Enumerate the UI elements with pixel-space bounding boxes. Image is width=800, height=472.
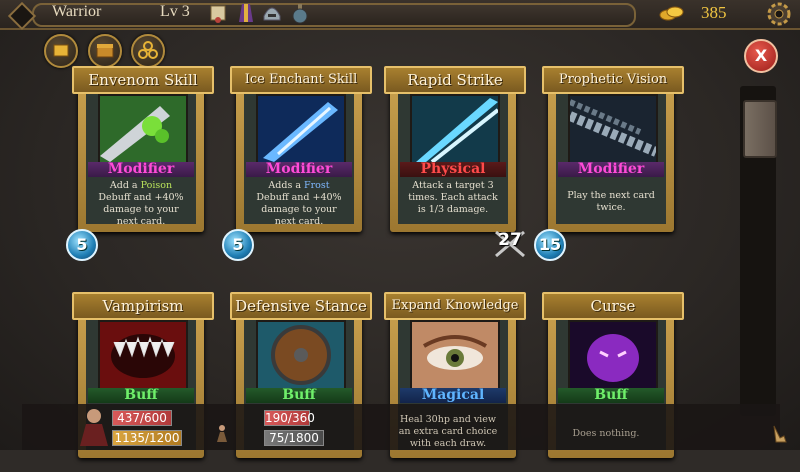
poison-blade-art xyxy=(98,94,188,164)
eye-art xyxy=(410,320,500,390)
card-title: Prophetic Vision xyxy=(542,66,684,94)
potion-icon[interactable] xyxy=(290,2,310,24)
helmet-icon[interactable] xyxy=(262,2,282,24)
gold-bars-icon xyxy=(53,44,69,57)
card-rapid-strike[interactable]: Rapid Strike Physical Attack a target 3 … xyxy=(384,66,526,234)
curse-art xyxy=(568,320,658,390)
shield-art xyxy=(256,320,346,390)
filter-chest-button[interactable] xyxy=(88,34,122,68)
card-description: Add a Poison Debuff and +40% damage to y… xyxy=(98,180,184,227)
card-description: Play the next card twice. xyxy=(567,190,655,213)
card-title: Expand Knowledge xyxy=(384,292,526,320)
close-button[interactable]: X xyxy=(744,39,778,73)
card-type: Buff xyxy=(246,388,352,403)
card-description: Adds a Frost Debuff and +40% damage to y… xyxy=(256,180,342,227)
gold-coins-icon xyxy=(659,6,684,21)
card-type: Modifier xyxy=(246,162,352,177)
ice-slash-art xyxy=(410,94,500,164)
enemy-portrait xyxy=(217,425,227,442)
chain-art xyxy=(568,94,658,164)
filter-triskelion-button[interactable] xyxy=(131,34,165,68)
card-title: Defensive Stance xyxy=(230,292,372,320)
hand-pointer-icon[interactable] xyxy=(770,424,788,444)
card-title: Curse xyxy=(542,292,684,320)
damage-value: 27 xyxy=(498,230,522,250)
card-type: Modifier xyxy=(558,162,664,177)
card-type: Modifier xyxy=(88,162,194,177)
enemy-xp-bar: 75/1800 xyxy=(264,430,324,446)
scroll-icon[interactable] xyxy=(208,2,228,24)
card-prophetic-vision[interactable]: Prophetic Vision Modifier Play the next … xyxy=(542,66,684,234)
hero-info-bar xyxy=(32,3,636,27)
hero-name: Warrior xyxy=(52,3,102,20)
scrollbar-thumb[interactable] xyxy=(743,100,777,158)
hero-level: Lv 3 xyxy=(160,3,190,20)
card-description: Heal 30hp and view an extra card choice … xyxy=(398,414,498,449)
frost-blade-art xyxy=(256,94,346,164)
card-type: Magical xyxy=(400,388,506,403)
damage-badge: 27 xyxy=(492,228,528,258)
card-title: Envenom Skill xyxy=(72,66,214,94)
card-type: Buff xyxy=(88,388,194,403)
hero-hp-bar: 437/600 xyxy=(112,410,172,426)
card-title: Vampirism xyxy=(72,292,214,320)
gold-counter: 385 xyxy=(655,3,765,23)
chest-icon xyxy=(96,44,114,58)
hero-portrait xyxy=(80,409,108,446)
card-cost-badge: 5 xyxy=(222,229,254,261)
card-type: Physical xyxy=(400,162,506,177)
card-title: Ice Enchant Skill xyxy=(230,66,372,94)
card-description: Attack a target 3 times. Each attack is … xyxy=(408,180,498,215)
enemy-hp-bar: 190/360 xyxy=(264,410,315,426)
filter-gold-button[interactable] xyxy=(44,34,78,68)
card-cost-badge: 15 xyxy=(534,229,566,261)
gear-icon[interactable] xyxy=(766,1,792,27)
card-ice-enchant-skill[interactable]: Ice Enchant Skill Modifier Adds a Frost … xyxy=(230,66,372,234)
gold-amount: 385 xyxy=(701,3,727,22)
card-title: Rapid Strike xyxy=(384,66,526,94)
card-description: Does nothing. xyxy=(572,428,640,439)
hero-xp-bar: 1135/1200 xyxy=(112,430,182,446)
fangs-art xyxy=(98,320,188,390)
card-cost-badge: 5 xyxy=(66,229,98,261)
robe-icon[interactable] xyxy=(236,2,256,24)
triskelion-icon xyxy=(138,41,158,59)
card-envenom-skill[interactable]: Envenom Skill Modifier Add a Poison Debu… xyxy=(72,66,214,234)
card-type: Buff xyxy=(558,388,664,403)
